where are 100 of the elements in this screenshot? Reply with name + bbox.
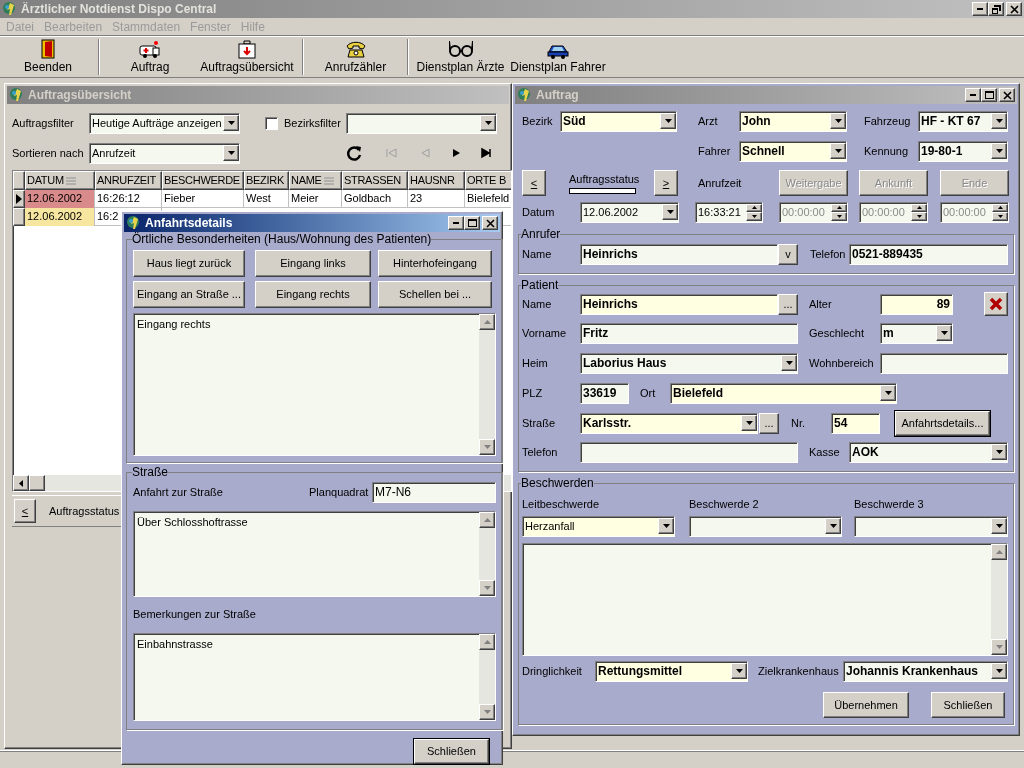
text-area[interactable]: Einbahnstrasse [133, 633, 496, 721]
button[interactable]: Schließen [931, 692, 1005, 718]
maximize-button[interactable] [981, 88, 997, 102]
dropdown-button[interactable] [223, 145, 239, 161]
dropdown[interactable]: Bielefeld [670, 382, 897, 404]
dropdown[interactable]: Rettungsmittel [595, 660, 748, 682]
scroll-down-button[interactable] [991, 639, 1007, 655]
text-area[interactable] [522, 543, 1008, 656]
dropdown[interactable]: Laborius Haus [580, 352, 798, 374]
text-field[interactable]: Heinrichs [580, 243, 778, 265]
column-header[interactable]: HAUSNR [408, 171, 465, 190]
dropdown[interactable]: 12.06.2002 [580, 201, 679, 223]
close-button[interactable] [482, 216, 498, 230]
scroll-up-button[interactable] [479, 512, 495, 528]
column-header[interactable]: STRASSEN [342, 171, 408, 190]
text-field[interactable] [880, 352, 1008, 374]
dropdown-button[interactable] [991, 663, 1007, 679]
button[interactable]: Eingang an Straße ... [133, 281, 245, 308]
dropdown[interactable]: Herzanfall [522, 515, 675, 537]
button[interactable]: Übernehmen [823, 692, 909, 718]
dropdown[interactable]: HF - KT 67 [918, 110, 1008, 132]
dropdown-button[interactable] [991, 143, 1007, 159]
dropdown[interactable]: 19-80-1 [918, 140, 1008, 162]
close-button[interactable] [1006, 2, 1022, 16]
button[interactable]: Eingang links [255, 250, 371, 277]
column-header[interactable]: NAME [289, 171, 342, 190]
dropdown-button[interactable] [880, 385, 896, 401]
column-header[interactable]: BEZIRK [244, 171, 289, 190]
dropdown[interactable]: Schnell [739, 140, 847, 162]
scroll-down-button[interactable] [479, 704, 495, 720]
text-field[interactable]: 33619 [580, 382, 629, 404]
dropdown[interactable]: Anrufzeit [89, 142, 240, 164]
minimize-button[interactable] [965, 88, 981, 102]
button[interactable]: v [778, 243, 798, 265]
dropdown-button[interactable] [991, 113, 1007, 129]
column-header[interactable]: DATUM [25, 171, 95, 190]
text-field[interactable]: 0521-889435 [849, 243, 1008, 265]
toolbar-button[interactable]: Anrufzähler [308, 35, 403, 78]
text-field[interactable]: Fritz [580, 322, 798, 344]
button[interactable]: Haus liegt zurück [133, 250, 245, 277]
button[interactable]: Schließen [414, 738, 489, 764]
text-field[interactable]: Heinrichs [580, 293, 778, 315]
spin-up-button[interactable] [746, 203, 762, 212]
toolbar-button[interactable]: Auftragsübersicht [196, 35, 298, 78]
button[interactable]: > [654, 170, 678, 196]
dropdown-button[interactable] [731, 663, 747, 679]
dropdown-button[interactable] [936, 325, 952, 341]
dropdown[interactable] [854, 515, 1008, 537]
text-field[interactable]: 54 [831, 412, 880, 434]
time-field[interactable]: 16:33:21 [695, 201, 763, 223]
scroll-down-button[interactable] [479, 439, 495, 455]
dropdown-button[interactable] [991, 444, 1007, 460]
delete-button[interactable] [984, 292, 1008, 316]
button[interactable]: ... [759, 412, 779, 434]
dropdown[interactable]: John [739, 110, 847, 132]
dropdown[interactable]: Karlsstr. [580, 412, 758, 434]
dropdown[interactable] [689, 515, 842, 537]
scroll-thumb[interactable] [29, 475, 45, 491]
refresh-icon[interactable] [345, 144, 363, 162]
dropdown-button[interactable] [741, 415, 757, 431]
button[interactable]: ... [778, 293, 798, 315]
dropdown-button[interactable] [830, 113, 846, 129]
scroll-down-button[interactable] [479, 580, 495, 596]
toolbar-button[interactable]: Dienstplan Ärzte [413, 35, 508, 78]
toolbar-button[interactable]: Auftrag [104, 35, 196, 78]
maximize-button[interactable] [464, 216, 480, 230]
column-header[interactable]: ORTE B [465, 171, 511, 190]
dropdown-button[interactable] [223, 115, 239, 131]
text-area[interactable]: Über Schlosshoftrasse [133, 511, 496, 597]
scroll-up-button[interactable] [991, 544, 1007, 560]
dropdown-button[interactable] [830, 143, 846, 159]
dropdown[interactable] [346, 112, 497, 134]
dropdown[interactable]: Süd [560, 110, 677, 132]
dropdown-button[interactable] [662, 204, 678, 220]
dropdown-button[interactable] [991, 518, 1007, 534]
minimize-button[interactable] [448, 216, 464, 230]
text-field[interactable]: 89 [880, 293, 953, 315]
minimize-button[interactable] [972, 2, 988, 16]
button[interactable]: Schellen bei ... [378, 281, 492, 308]
scroll-left-button[interactable] [13, 475, 29, 491]
button[interactable]: < [522, 170, 546, 196]
button[interactable]: Anfahrtsdetails... [895, 410, 990, 436]
checkbox[interactable] [265, 116, 278, 130]
dropdown-button[interactable] [658, 518, 674, 534]
button[interactable]: Hinterhofeingang [378, 250, 492, 277]
toolbar-button[interactable]: Dienstplan Fahrer [508, 35, 608, 78]
scroll-up-button[interactable] [479, 314, 495, 330]
button[interactable]: < [14, 499, 36, 523]
dropdown-button[interactable] [660, 113, 676, 129]
restore-button[interactable] [988, 2, 1004, 16]
close-button[interactable] [999, 88, 1015, 102]
toolbar-button[interactable]: Beenden [2, 35, 94, 78]
scroll-up-button[interactable] [479, 634, 495, 650]
column-header[interactable]: BESCHWERDE [162, 171, 244, 190]
spin-down-button[interactable] [746, 211, 762, 221]
button[interactable]: Eingang rechts [255, 281, 371, 308]
dropdown[interactable]: m [880, 322, 953, 344]
text-area[interactable]: Eingang rechts [133, 313, 496, 456]
dropdown[interactable]: AOK [849, 441, 1008, 463]
dropdown-button[interactable] [781, 355, 797, 371]
